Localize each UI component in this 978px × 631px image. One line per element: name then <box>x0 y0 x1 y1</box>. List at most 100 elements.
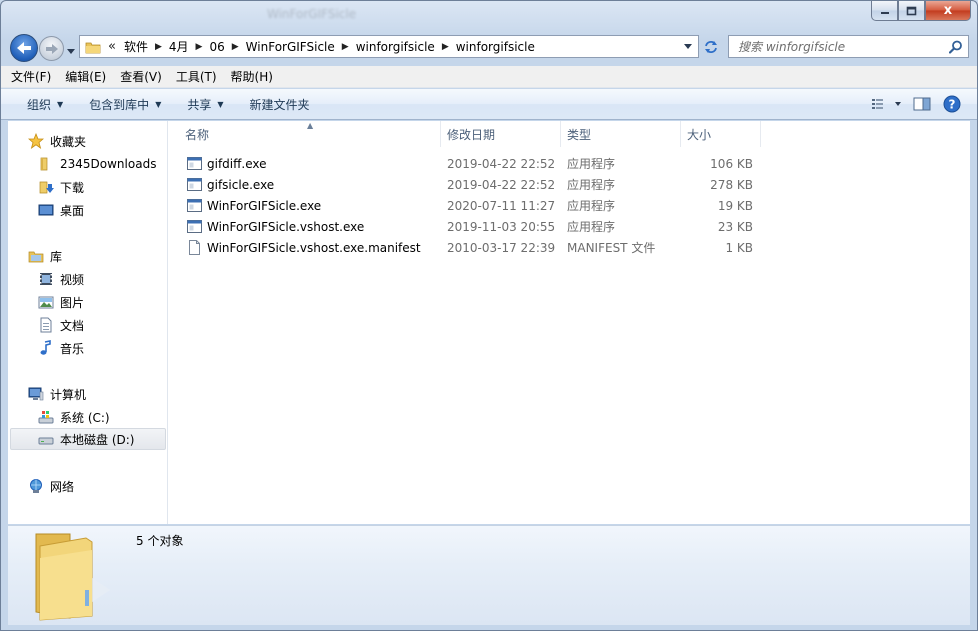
column-label: 类型 <box>567 127 592 142</box>
command-bar: 组织 ▼ 包含到库中 ▼ 共享 ▼ 新建文件夹 ? <box>1 89 977 120</box>
arrow-left-icon <box>17 42 31 54</box>
close-button[interactable]: x <box>925 1 971 21</box>
recent-pages-dropdown[interactable] <box>67 43 75 57</box>
menu-edit[interactable]: 编辑(E) <box>65 68 106 85</box>
tree-label: 视频 <box>60 272 85 287</box>
crumb-winforgifsicle-root[interactable]: WinForGIFSicle <box>246 40 335 54</box>
tree-computer[interactable]: 计算机 <box>28 383 86 405</box>
tree-drive-d[interactable]: 本地磁盘 (D:) <box>10 428 166 450</box>
file-date: 2019-04-22 22:52 <box>447 156 556 171</box>
preview-pane-icon[interactable] <box>913 97 931 111</box>
downloads-folder-icon <box>38 179 54 195</box>
file-type: 应用程序 <box>567 220 616 234</box>
file-name: gifsicle.exe <box>207 177 275 192</box>
tree-favorites[interactable]: 收藏夹 <box>28 130 86 152</box>
star-icon <box>28 133 44 149</box>
window-title: WinForGIFSicle <box>267 7 357 21</box>
chevron-down-icon: ▼ <box>155 99 162 109</box>
help-icon[interactable]: ? <box>943 95 961 113</box>
crumb-separator[interactable]: ▶ <box>155 42 162 52</box>
tree-music[interactable]: 音乐 <box>38 337 84 359</box>
forward-button[interactable] <box>39 36 64 61</box>
maximize-button[interactable] <box>898 1 925 21</box>
search-input[interactable] <box>738 39 938 54</box>
title-bar[interactable]: WinForGIFSicle x <box>1 1 977 31</box>
search-box[interactable] <box>728 35 969 58</box>
crumb-separator[interactable]: ▶ <box>342 42 349 52</box>
new-folder-button[interactable]: 新建文件夹 <box>250 96 310 113</box>
file-size: 106 KB <box>710 156 753 171</box>
minimize-icon <box>880 11 889 14</box>
address-overflow[interactable]: « <box>108 39 116 54</box>
tree-label: 本地磁盘 (D:) <box>60 432 135 447</box>
file-type: 应用程序 <box>567 199 616 213</box>
arrow-right-icon <box>45 43 58 54</box>
file-name: gifdiff.exe <box>207 156 267 171</box>
file-row[interactable]: gifdiff.exe 2019-04-22 22:52 应用程序 106 KB <box>169 153 759 174</box>
back-button[interactable] <box>10 34 38 62</box>
tree-label: 2345Downloads <box>60 157 157 171</box>
network-icon <box>28 478 44 494</box>
organize-label: 组织 <box>27 97 52 112</box>
crumb-separator[interactable]: ▶ <box>442 42 449 52</box>
chevron-down-icon: ▼ <box>57 99 64 109</box>
column-header-date[interactable]: 修改日期 <box>441 121 561 147</box>
refresh-button[interactable] <box>700 35 722 58</box>
crumb-april[interactable]: 4月 <box>169 38 189 55</box>
tree-label: 文档 <box>60 318 85 333</box>
tree-documents[interactable]: 文档 <box>38 314 84 336</box>
file-type: 应用程序 <box>567 178 616 192</box>
file-size: 1 KB <box>725 240 753 255</box>
chevron-down-icon[interactable] <box>684 44 692 49</box>
crumb-06[interactable]: 06 <box>209 40 224 54</box>
crumb-separator[interactable]: ▶ <box>232 42 239 52</box>
navigation-pane[interactable]: 收藏夹 2345Downloads 下载 桌面 库 视频 图片 文档 音乐 计算… <box>8 121 168 524</box>
file-row[interactable]: WinForGIFSicle.vshost.exe.manifest 2010-… <box>169 237 759 258</box>
picture-icon <box>38 294 54 310</box>
computer-icon <box>28 386 44 402</box>
file-list-view[interactable]: 名称 ▲ 修改日期 类型 大小 gifdiff.exe 2019-04-22 2… <box>169 121 970 524</box>
include-in-library-button[interactable]: 包含到库中 ▼ <box>89 96 161 113</box>
file-date: 2019-11-03 20:55 <box>447 219 556 234</box>
crumb-winforgifsicle-current[interactable]: winforgifsicle <box>456 40 535 54</box>
file-row[interactable]: WinForGIFSicle.vshost.exe 2019-11-03 20:… <box>169 216 759 237</box>
menu-help[interactable]: 帮助(H) <box>231 68 273 85</box>
file-row[interactable]: gifsicle.exe 2019-04-22 22:52 应用程序 278 K… <box>169 174 759 195</box>
address-bar[interactable]: « ▶ 软件 ▶ 4月 ▶ 06 ▶ WinForGIFSicle ▶ winf… <box>79 35 699 58</box>
tree-label: 音乐 <box>60 341 85 356</box>
organize-button[interactable]: 组织 ▼ <box>27 96 63 113</box>
tree-desktop[interactable]: 桌面 <box>38 199 84 221</box>
folder-icon <box>85 42 101 53</box>
menu-view[interactable]: 查看(V) <box>120 68 162 85</box>
tree-drive-c[interactable]: 系统 (C:) <box>38 406 110 428</box>
column-header-type[interactable]: 类型 <box>561 121 681 147</box>
crumb-software[interactable]: 软件 <box>124 38 148 55</box>
crumb-winforgifsicle-sub[interactable]: winforgifsicle <box>356 40 435 54</box>
column-label: 名称 <box>185 127 210 142</box>
view-controls: ? <box>859 95 961 113</box>
tree-videos[interactable]: 视频 <box>38 268 84 290</box>
tree-network[interactable]: 网络 <box>28 475 74 497</box>
column-header-name[interactable]: 名称 ▲ <box>169 121 441 147</box>
tree-pictures[interactable]: 图片 <box>38 291 84 313</box>
view-options-icon[interactable] <box>871 97 901 111</box>
file-name: WinForGIFSicle.vshost.exe <box>207 219 365 234</box>
column-header-size[interactable]: 大小 <box>681 121 761 147</box>
menu-file[interactable]: 文件(F) <box>11 68 51 85</box>
library-icon <box>28 248 44 264</box>
new-folder-label: 新建文件夹 <box>249 97 310 112</box>
folder-icon <box>38 156 54 172</box>
file-type: MANIFEST 文件 <box>567 241 656 255</box>
file-row[interactable]: WinForGIFSicle.exe 2020-07-11 11:27 应用程序… <box>169 195 759 216</box>
menu-tools[interactable]: 工具(T) <box>176 68 217 85</box>
file-icon <box>189 240 200 255</box>
share-button[interactable]: 共享 ▼ <box>187 96 223 113</box>
crumb-separator[interactable]: ▶ <box>196 42 203 52</box>
search-icon[interactable] <box>949 40 963 54</box>
tree-label: 计算机 <box>50 387 87 402</box>
tree-downloads[interactable]: 下载 <box>38 176 84 198</box>
tree-libraries[interactable]: 库 <box>28 245 62 267</box>
exe-icon <box>187 157 202 170</box>
minimize-button[interactable] <box>871 1 898 21</box>
tree-2345downloads[interactable]: 2345Downloads <box>38 153 156 175</box>
